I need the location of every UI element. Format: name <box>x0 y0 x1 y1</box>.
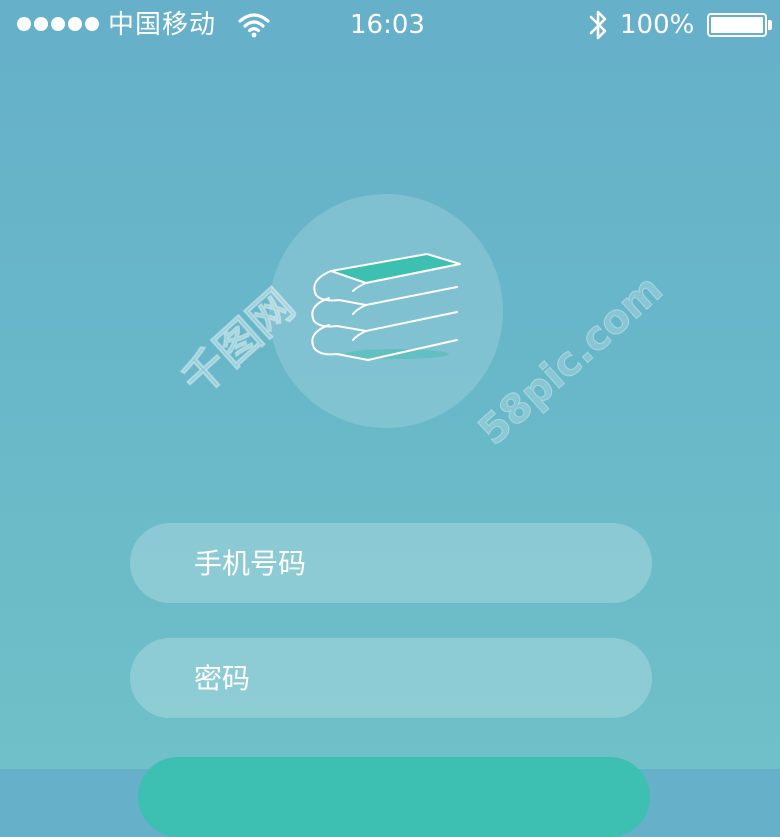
password-field[interactable] <box>130 638 652 718</box>
books-stack-icon <box>311 253 461 361</box>
wifi-icon <box>238 13 270 38</box>
carrier-name: 中国移动 <box>108 10 217 40</box>
status-bar: 中国移动 16:03 100% <box>0 0 780 52</box>
status-time: 16:03 <box>350 10 425 40</box>
bluetooth-icon <box>589 10 607 40</box>
signal-dots-icon <box>17 17 99 31</box>
login-button[interactable] <box>138 757 650 837</box>
battery-icon <box>707 13 767 37</box>
password-input[interactable] <box>194 638 652 718</box>
battery-percent: 100% <box>620 10 695 40</box>
battery-cap <box>768 20 772 30</box>
phone-field[interactable] <box>130 523 652 603</box>
battery-fill <box>711 17 763 33</box>
phone-input[interactable] <box>194 523 652 603</box>
app-logo <box>269 194 503 428</box>
